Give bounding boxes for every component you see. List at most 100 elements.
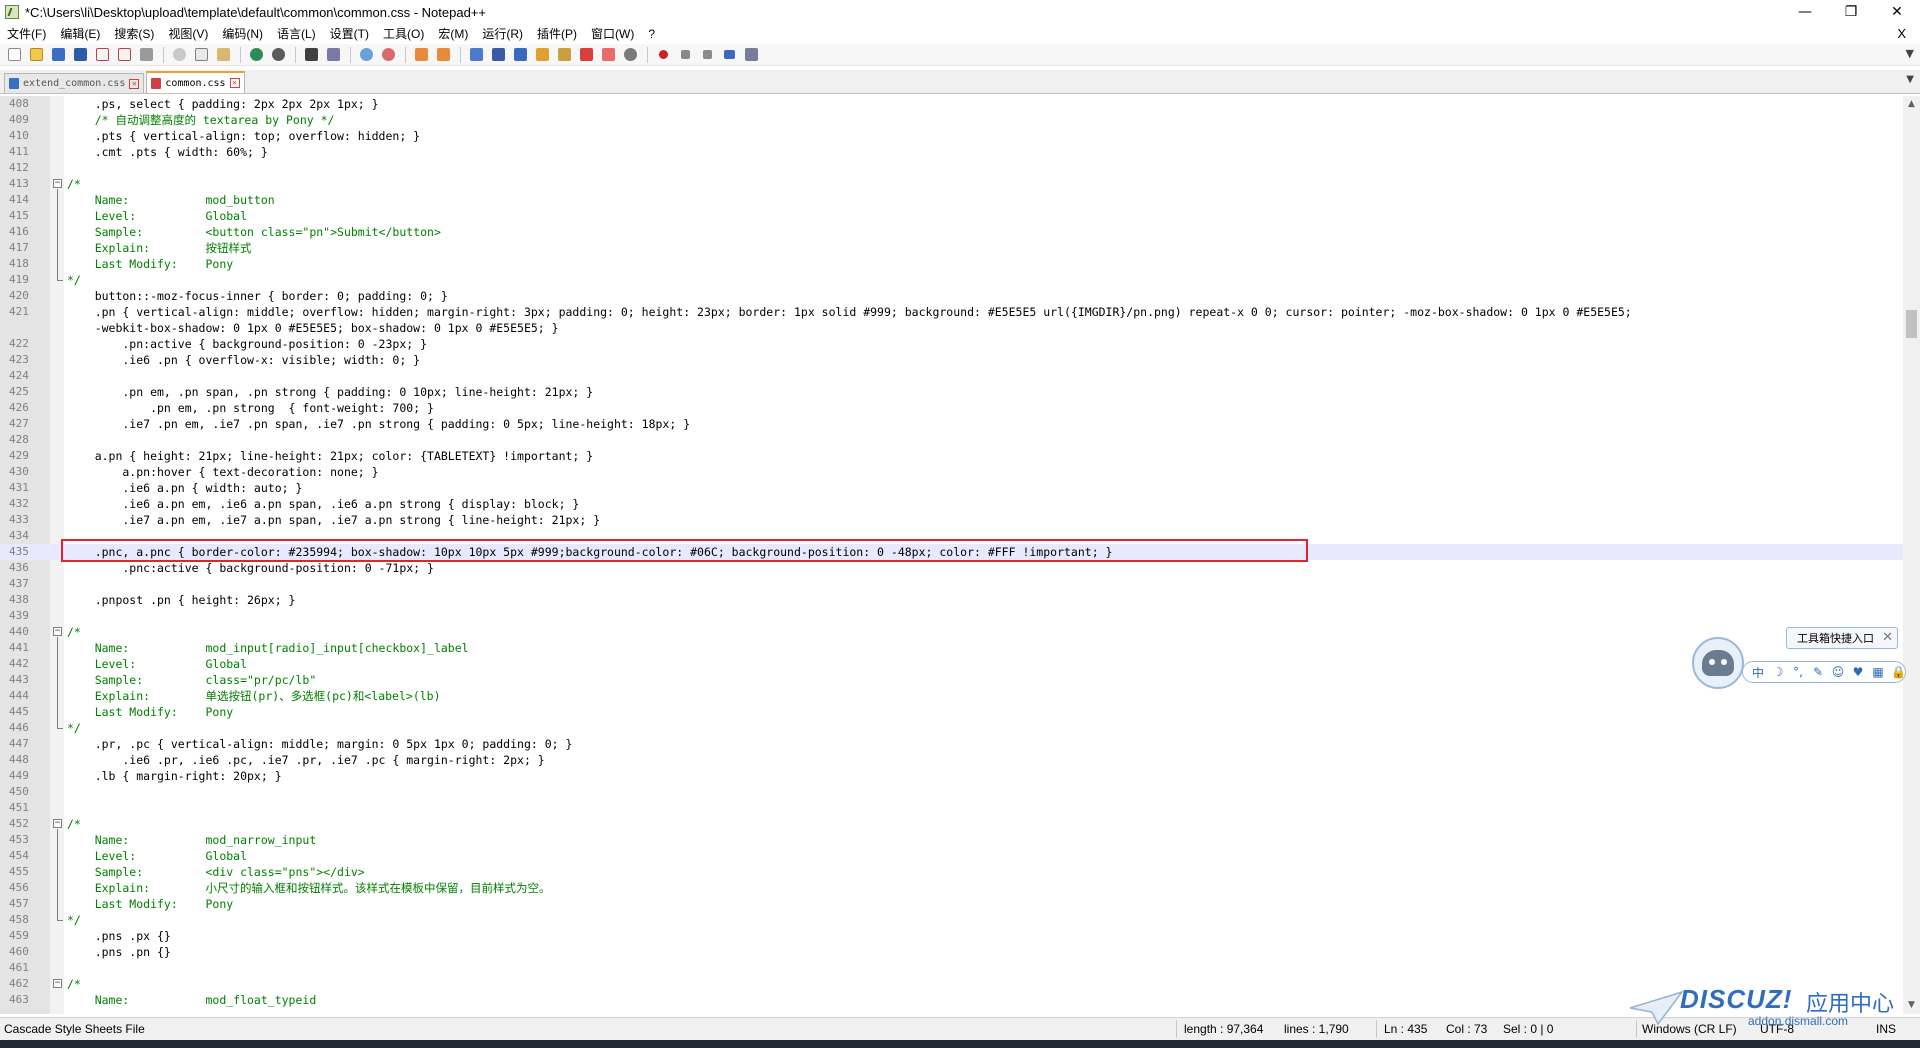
undo-button[interactable] (246, 45, 266, 65)
code-line[interactable]: 433 .ie7 a.pn em, .ie7 a.pn span, .ie7 a… (0, 512, 1903, 528)
ime-punctuation-icon[interactable]: °, (1791, 665, 1805, 679)
code-line[interactable]: 408 .ps, select { padding: 2px 2px 2px 1… (0, 96, 1903, 112)
menu-file[interactable]: 文件(F) (0, 24, 53, 44)
paste-button[interactable] (213, 45, 233, 65)
find-button[interactable] (301, 45, 321, 65)
menu-search[interactable]: 搜索(S) (107, 24, 161, 44)
ime-toolbox-bubble[interactable]: 工具箱快捷入口 ✕ (1786, 627, 1898, 649)
scrollbar-thumb[interactable] (1906, 310, 1917, 338)
code-line[interactable]: 440 −/* (0, 624, 1903, 640)
code-line[interactable]: 448 .ie6 .pr, .ie6 .pc, .ie7 .pr, .ie7 .… (0, 752, 1903, 768)
code-line[interactable]: 458 */ (0, 829, 1903, 928)
scroll-down-arrow-icon[interactable]: ▼ (1903, 997, 1920, 1014)
code-line[interactable]: 461 (0, 960, 1903, 976)
fold-toggle-icon[interactable]: − (53, 627, 62, 636)
print-button[interactable] (136, 45, 156, 65)
new-file-button[interactable] (4, 45, 24, 65)
code-line[interactable]: 436 .pnc:active { background-position: 0… (0, 560, 1903, 576)
ime-bubble-close-icon[interactable]: ✕ (1882, 630, 1893, 645)
code-line[interactable]: 449 .lb { margin-right: 20px; } (0, 768, 1903, 784)
tab-close-icon[interactable]: ✕ (129, 78, 140, 89)
ime-skin-icon[interactable]: ♥ (1851, 665, 1865, 679)
menu-help[interactable]: ? (641, 24, 662, 44)
copy-button[interactable] (191, 45, 211, 65)
code-line[interactable]: 425 .pn em, .pn span, .pn strong { paddi… (0, 384, 1903, 400)
sync-horizontal-button[interactable] (433, 45, 453, 65)
minimize-button[interactable]: — (1782, 0, 1828, 24)
folder-workspace-button[interactable] (598, 45, 618, 65)
code-line[interactable]: 463 Name: mod_float_typeid (0, 992, 1903, 1008)
language-button[interactable] (532, 45, 552, 65)
code-line[interactable]: 460 .pns .pn {} (0, 944, 1903, 960)
record-macro-button[interactable] (653, 45, 673, 65)
code-line[interactable]: 420 button::-moz-focus-inner { border: 0… (0, 288, 1903, 304)
ime-chinese-mode-button[interactable]: 中 (1751, 664, 1765, 681)
code-line[interactable]: 429 a.pn { height: 21px; line-height: 21… (0, 448, 1903, 464)
close-document-button[interactable]: X (1897, 24, 1906, 44)
code-line[interactable]: 457 Last Modify: Pony (0, 896, 1903, 912)
code-line[interactable]: 417 Explain: 按钮样式 (0, 240, 1903, 256)
code-line[interactable]: 437 (0, 576, 1903, 592)
stop-macro-button[interactable] (675, 45, 695, 65)
monitoring-button[interactable] (620, 45, 640, 65)
zoom-out-button[interactable] (378, 45, 398, 65)
code-line[interactable]: 413 −/* (0, 176, 1903, 192)
code-line[interactable]: 431 .ie6 a.pn { width: auto; } (0, 480, 1903, 496)
save-macro-button[interactable] (741, 45, 761, 65)
scroll-up-arrow-icon[interactable]: ▲ (1903, 96, 1920, 113)
tab-extend-common-css[interactable]: extend_common.css ✕ (4, 73, 145, 93)
sync-vertical-button[interactable] (411, 45, 431, 65)
ime-tools-icon[interactable]: ✎ (1811, 665, 1825, 679)
tab-close-icon[interactable]: ✕ (229, 78, 240, 88)
ime-grid-icon[interactable]: ▦ (1871, 665, 1885, 679)
code-line[interactable]: 462 −/* (0, 976, 1903, 992)
code-line[interactable]: 410 .pts { vertical-align: top; overflow… (0, 128, 1903, 144)
menu-settings[interactable]: 设置(T) (323, 24, 376, 44)
code-line[interactable]: 428 (0, 432, 1903, 448)
fold-toggle-icon[interactable]: − (53, 979, 62, 988)
menu-window[interactable]: 窗口(W) (584, 24, 641, 44)
ime-emoji-icon[interactable]: ☺ (1831, 665, 1845, 679)
menu-tools[interactable]: 工具(O) (376, 24, 431, 44)
code-line[interactable]: 444 Explain: 单选按钮(pr)、多选框(pc)和<label>(lb… (0, 688, 1903, 704)
code-line[interactable]: 455 Sample: <div class="pns"></div> (0, 864, 1903, 880)
code-line[interactable]: 432 .ie6 a.pn em, .ie6 a.pn span, .ie6 a… (0, 496, 1903, 512)
code-line[interactable]: 454 Level: Global (0, 848, 1903, 864)
fold-toggle-icon[interactable]: − (53, 179, 62, 188)
code-line[interactable]: 423 .ie6 .pn { overflow-x: visible; widt… (0, 352, 1903, 368)
code-line[interactable]: 439 (0, 608, 1903, 624)
code-line[interactable]: 414 Name: mod_button (0, 192, 1903, 208)
code-line[interactable]: 445 Last Modify: Pony (0, 704, 1903, 720)
code-line[interactable]: 411 .cmt .pts { width: 60%; } (0, 144, 1903, 160)
code-line[interactable]: 418 Last Modify: Pony (0, 256, 1903, 272)
replace-button[interactable] (323, 45, 343, 65)
play-macro-button[interactable] (697, 45, 717, 65)
code-line[interactable]: 441 Name: mod_input[radio]_input[checkbo… (0, 640, 1903, 656)
run-macro-multiple-button[interactable] (719, 45, 739, 65)
code-line[interactable]: 453 Name: mod_narrow_input (0, 832, 1903, 848)
toolbar-overflow-arrow[interactable]: ▼ (1906, 47, 1914, 60)
code-editor[interactable]: 408 .ps, select { padding: 2px 2px 2px 1… (0, 96, 1903, 1014)
ime-avatar[interactable] (1692, 637, 1744, 689)
fold-toggle-icon[interactable]: − (53, 819, 62, 828)
code-line[interactable]: 409 /* 自动调整高度的 textarea by Pony */ (0, 112, 1903, 128)
show-all-chars-button[interactable] (488, 45, 508, 65)
code-line[interactable]: 452 −/* (0, 816, 1903, 832)
code-line[interactable]: 427 .ie7 .pn em, .ie7 .pn span, .ie7 .pn… (0, 416, 1903, 432)
code-line[interactable]: 443 Sample: class="pr/pc/lb" (0, 672, 1903, 688)
ime-lock-icon[interactable]: 🔒 (1891, 665, 1906, 679)
code-line[interactable]: 416 Sample: <button class="pn">Submit</b… (0, 224, 1903, 240)
indent-guide-button[interactable] (510, 45, 530, 65)
tab-common-css[interactable]: common.css ✕ (146, 71, 245, 93)
menu-edit[interactable]: 编辑(E) (53, 24, 107, 44)
word-wrap-button[interactable] (466, 45, 486, 65)
code-line[interactable]: 442 Level: Global (0, 656, 1903, 672)
save-button[interactable] (48, 45, 68, 65)
menu-run[interactable]: 运行(R) (475, 24, 530, 44)
code-line[interactable]: 430 a.pn:hover { text-decoration: none; … (0, 464, 1903, 480)
menu-plugins[interactable]: 插件(P) (530, 24, 584, 44)
code-line[interactable]: 426 .pn em, .pn strong { font-weight: 70… (0, 400, 1903, 416)
save-all-button[interactable] (70, 45, 90, 65)
code-line[interactable]: 415 Level: Global (0, 208, 1903, 224)
cut-button[interactable] (169, 45, 189, 65)
